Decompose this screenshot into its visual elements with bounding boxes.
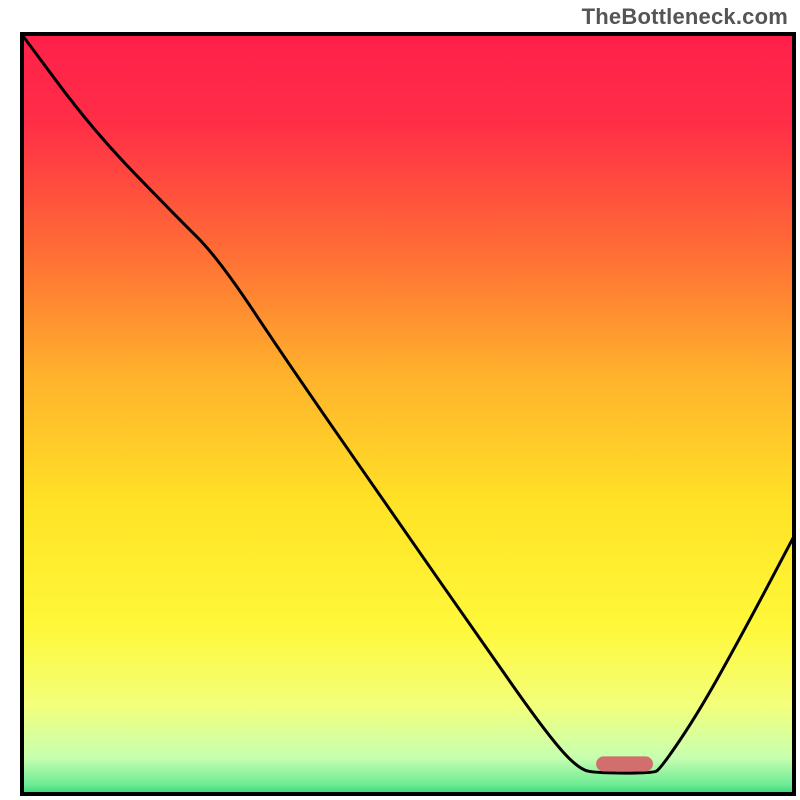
bottleneck-curve [20, 32, 796, 773]
chart-stage: TheBottleneck.com [0, 0, 800, 800]
watermark-label: TheBottleneck.com [582, 4, 788, 30]
plot-area [20, 32, 796, 796]
optimal-range-marker [597, 757, 653, 771]
curve-overlay [20, 32, 796, 796]
